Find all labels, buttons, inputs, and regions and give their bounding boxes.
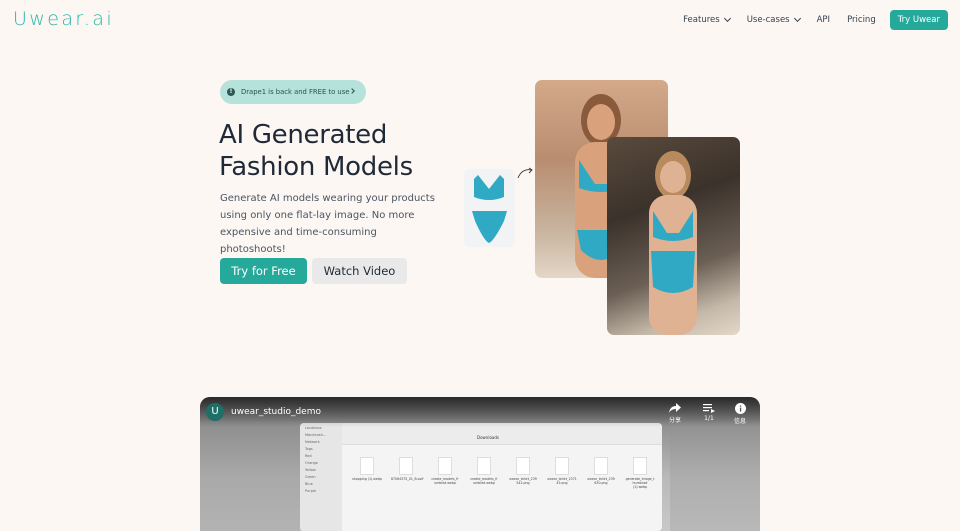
nav-api[interactable]: API	[817, 15, 830, 25]
finder-sidebar-item: Orange	[305, 461, 318, 465]
share-button[interactable]: 分享	[663, 403, 687, 424]
file-item: 8706437S_01_B.avif	[391, 457, 424, 489]
finder-sidebar-item: Yellow	[305, 468, 316, 472]
channel-avatar[interactable]: U	[206, 403, 224, 421]
playlist-label: 1/1	[704, 415, 714, 422]
demo-video-player[interactable]: Locations Macintosh... Network Tags Red …	[200, 397, 760, 531]
info-icon: !	[227, 88, 235, 96]
logo[interactable]: Uwear.ai	[13, 8, 114, 30]
nav-pricing[interactable]: Pricing	[847, 15, 876, 25]
nav-links: Features Use-cases API Pricing Try Uwear	[666, 10, 948, 30]
finder-sidebar-item: Red	[305, 454, 312, 458]
try-for-free-button[interactable]: Try for Free	[220, 258, 307, 284]
nav-features-label: Features	[683, 15, 720, 25]
finder-sidebar-item: Network	[305, 440, 320, 444]
video-left-panel	[200, 423, 300, 531]
finder-sidebar-item: Tags	[305, 447, 313, 451]
file-item: create_models_fr umbled.webp	[469, 457, 499, 489]
file-item: uwear_tshirt_2371 45.png	[547, 457, 577, 489]
share-label: 分享	[668, 417, 681, 424]
file-item: uwear_tshirt_239 630.png	[586, 457, 616, 489]
announcement-text: Drape1 is back and FREE to use	[241, 88, 350, 96]
finder-sidebar-item: Blue	[305, 482, 313, 486]
file-item: uwear_tshirt_239 542.png	[508, 457, 538, 489]
try-uwear-button[interactable]: Try Uwear	[889, 10, 948, 30]
nav-features[interactable]: Features	[683, 14, 731, 25]
hero-title: AI Generated Fashion Models	[219, 119, 459, 183]
info-button[interactable]: 信息	[728, 403, 752, 425]
flat-lay-product-image	[464, 169, 515, 247]
finder-window: Locations Macintosh... Network Tags Red …	[300, 423, 662, 531]
arrow-icon	[517, 167, 533, 179]
finder-sidebar-item: Green	[305, 475, 316, 479]
finder-files: shopping (1).webp 8706437S_01_B.avif cre…	[352, 457, 662, 489]
info-label: 信息	[733, 418, 746, 425]
file-item: create_models_fr umbled.webp	[430, 457, 460, 489]
hero-title-line1: AI Generated	[219, 120, 388, 150]
finder-sidebar: Locations Macintosh... Network Tags Red …	[300, 423, 342, 531]
file-item: shopping (1).webp	[352, 457, 382, 489]
top-nav: Uwear.ai Features Use-cases API Pricing …	[0, 0, 960, 40]
playlist-button[interactable]: 1/1	[697, 403, 721, 422]
file-item: generate_image_t humbnail (1).webp	[625, 457, 655, 489]
hero-title-line2: Fashion Models	[219, 152, 413, 182]
chevron-down-icon	[793, 14, 801, 23]
model-photo-2	[607, 137, 740, 335]
nav-use-cases[interactable]: Use-cases	[746, 14, 801, 25]
finder-sidebar-item: Macintosh...	[305, 433, 327, 437]
info-icon	[734, 403, 746, 414]
chevron-down-icon	[723, 14, 731, 23]
chevron-right-icon	[349, 88, 355, 94]
watch-video-button[interactable]: Watch Video	[312, 258, 407, 284]
playlist-icon	[703, 404, 715, 413]
video-right-panel	[670, 423, 760, 531]
hero-description: Generate AI models wearing your products…	[220, 193, 435, 255]
finder-location: Downloads	[477, 435, 499, 440]
share-icon	[669, 403, 681, 413]
nav-use-cases-label: Use-cases	[746, 15, 790, 25]
announcement-badge[interactable]: ! Drape1 is back and FREE to use	[220, 80, 366, 104]
video-title[interactable]: uwear_studio_demo	[231, 407, 321, 417]
finder-sidebar-item: Purple	[305, 489, 317, 493]
